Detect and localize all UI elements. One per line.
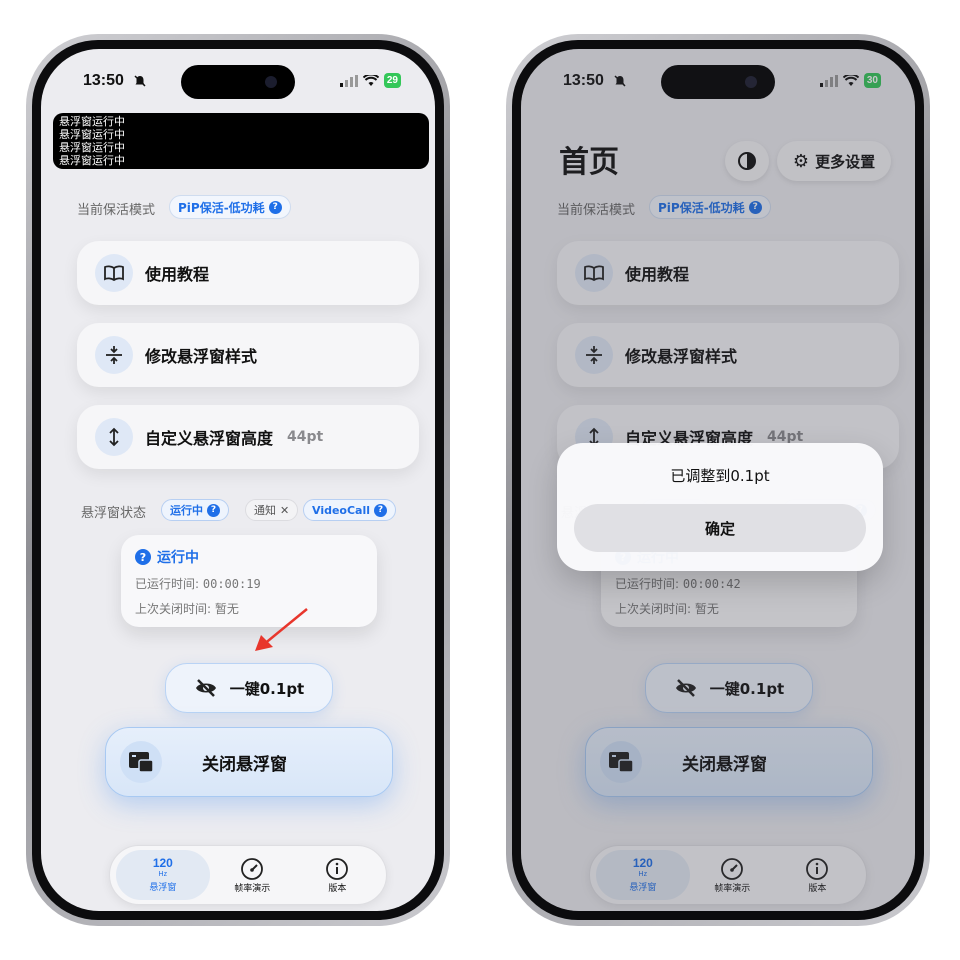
info-icon bbox=[326, 857, 349, 880]
last-close-label: 上次关闭时间: bbox=[135, 602, 212, 616]
phone-bezel: 13:50 29 悬浮窗运行中 悬浮窗运行中 悬浮窗运行中 悬浮窗运行中 当前保… bbox=[32, 40, 444, 920]
hz-unit: Hz bbox=[158, 870, 168, 878]
running-tag-text: 运行中 bbox=[170, 504, 203, 517]
runtime-label: 已运行时间: bbox=[135, 577, 200, 591]
one-click-label: 一键0.1pt bbox=[229, 679, 305, 698]
right-phone: 13:50 30 首页 ⚙ 更多设置 当前保活模式 PiP保活-低功耗 ? 使用… bbox=[506, 34, 930, 926]
phone-bezel: 13:50 30 首页 ⚙ 更多设置 当前保活模式 PiP保活-低功耗 ? 使用… bbox=[512, 40, 924, 920]
close-float-button[interactable]: 关闭悬浮窗 bbox=[105, 727, 393, 797]
dynamic-island bbox=[181, 65, 295, 99]
compress-icon bbox=[95, 336, 133, 374]
close-float-label: 关闭悬浮窗 bbox=[202, 754, 287, 775]
overlay-line: 悬浮窗运行中 bbox=[59, 141, 125, 154]
tutorial-button[interactable]: 使用教程 bbox=[77, 241, 419, 305]
overlay-line: 悬浮窗运行中 bbox=[59, 115, 125, 128]
videocall-tag-text: VideoCall bbox=[312, 503, 371, 517]
float-style-label: 修改悬浮窗样式 bbox=[145, 347, 258, 366]
float-height-value: 44pt bbox=[287, 429, 324, 445]
battery-indicator: 29 bbox=[383, 73, 401, 88]
hz-value: 120 bbox=[152, 855, 173, 870]
help-icon: ? bbox=[268, 200, 282, 214]
overlay-line: 悬浮窗运行中 bbox=[59, 128, 125, 141]
help-icon: ? bbox=[207, 503, 220, 517]
book-icon bbox=[95, 254, 133, 292]
eye-slash-icon bbox=[195, 679, 216, 697]
tab-frame-rate[interactable]: 帧率演示 bbox=[210, 850, 295, 900]
alert-confirm-button[interactable]: 确定 bbox=[574, 504, 866, 552]
float-height-button[interactable]: 自定义悬浮窗高度 44pt bbox=[77, 405, 419, 469]
status-icons: 29 bbox=[339, 73, 401, 88]
running-tag[interactable]: 运行中? bbox=[161, 499, 229, 521]
float-style-button[interactable]: 修改悬浮窗样式 bbox=[77, 323, 419, 387]
overlay-line: 悬浮窗运行中 bbox=[59, 154, 125, 167]
notify-tag-text: 通知 bbox=[254, 504, 276, 517]
camera-icon bbox=[265, 76, 277, 88]
float-state-label: 悬浮窗状态 bbox=[81, 506, 147, 521]
videocall-tag[interactable]: VideoCall? bbox=[303, 499, 397, 521]
right-screen: 13:50 30 首页 ⚙ 更多设置 当前保活模式 PiP保活-低功耗 ? 使用… bbox=[521, 49, 915, 911]
left-screen: 13:50 29 悬浮窗运行中 悬浮窗运行中 悬浮窗运行中 悬浮窗运行中 当前保… bbox=[41, 49, 435, 911]
help-icon: ? bbox=[135, 549, 151, 565]
height-arrow-icon bbox=[95, 418, 133, 456]
tab-floating-window[interactable]: 120 Hz 悬浮窗 bbox=[116, 850, 210, 900]
wifi-icon bbox=[362, 74, 379, 86]
hz-badge: 120 Hz bbox=[152, 855, 173, 880]
alert-dialog: 已调整到0.1pt 确定 bbox=[557, 443, 883, 571]
status-time: 13:50 bbox=[83, 72, 124, 89]
tab-bar: 120 Hz 悬浮窗 帧率演示 版本 bbox=[109, 845, 387, 905]
pip-icon bbox=[120, 741, 162, 783]
bell-muted-icon bbox=[134, 75, 146, 87]
help-icon: ? bbox=[374, 503, 388, 517]
tab-version[interactable]: 版本 bbox=[295, 850, 380, 900]
status-info-card: ? 运行中 已运行时间: 00:00:19 上次关闭时间: 暂无 bbox=[121, 535, 377, 627]
keepalive-label: 当前保活模式 bbox=[77, 203, 156, 218]
red-annotation-arrow bbox=[255, 608, 308, 651]
tab-label: 版本 bbox=[328, 883, 347, 894]
floating-window-overlay[interactable]: 悬浮窗运行中 悬浮窗运行中 悬浮窗运行中 悬浮窗运行中 bbox=[53, 113, 429, 169]
notify-tag[interactable]: 通知 ✕ bbox=[245, 499, 299, 521]
runtime-value: 00:00:19 bbox=[202, 577, 261, 591]
info-title: 运行中 bbox=[157, 550, 199, 566]
float-height-label: 自定义悬浮窗高度 bbox=[145, 429, 274, 448]
last-close-value: 暂无 bbox=[214, 602, 239, 616]
left-phone: 13:50 29 悬浮窗运行中 悬浮窗运行中 悬浮窗运行中 悬浮窗运行中 当前保… bbox=[26, 34, 450, 926]
one-click-01pt-button[interactable]: 一键0.1pt bbox=[165, 663, 333, 713]
keepalive-mode-pill[interactable]: PiP保活-低功耗 ? bbox=[169, 195, 291, 219]
tutorial-label: 使用教程 bbox=[145, 265, 210, 284]
keepalive-mode-text: PiP保活-低功耗 bbox=[178, 200, 265, 215]
tab-label: 帧率演示 bbox=[234, 883, 271, 894]
tab-label: 悬浮窗 bbox=[149, 882, 177, 893]
close-icon: ✕ bbox=[280, 503, 290, 517]
signal-icon bbox=[339, 74, 358, 87]
alert-message: 已调整到0.1pt bbox=[670, 467, 770, 485]
speedometer-icon bbox=[241, 857, 264, 880]
